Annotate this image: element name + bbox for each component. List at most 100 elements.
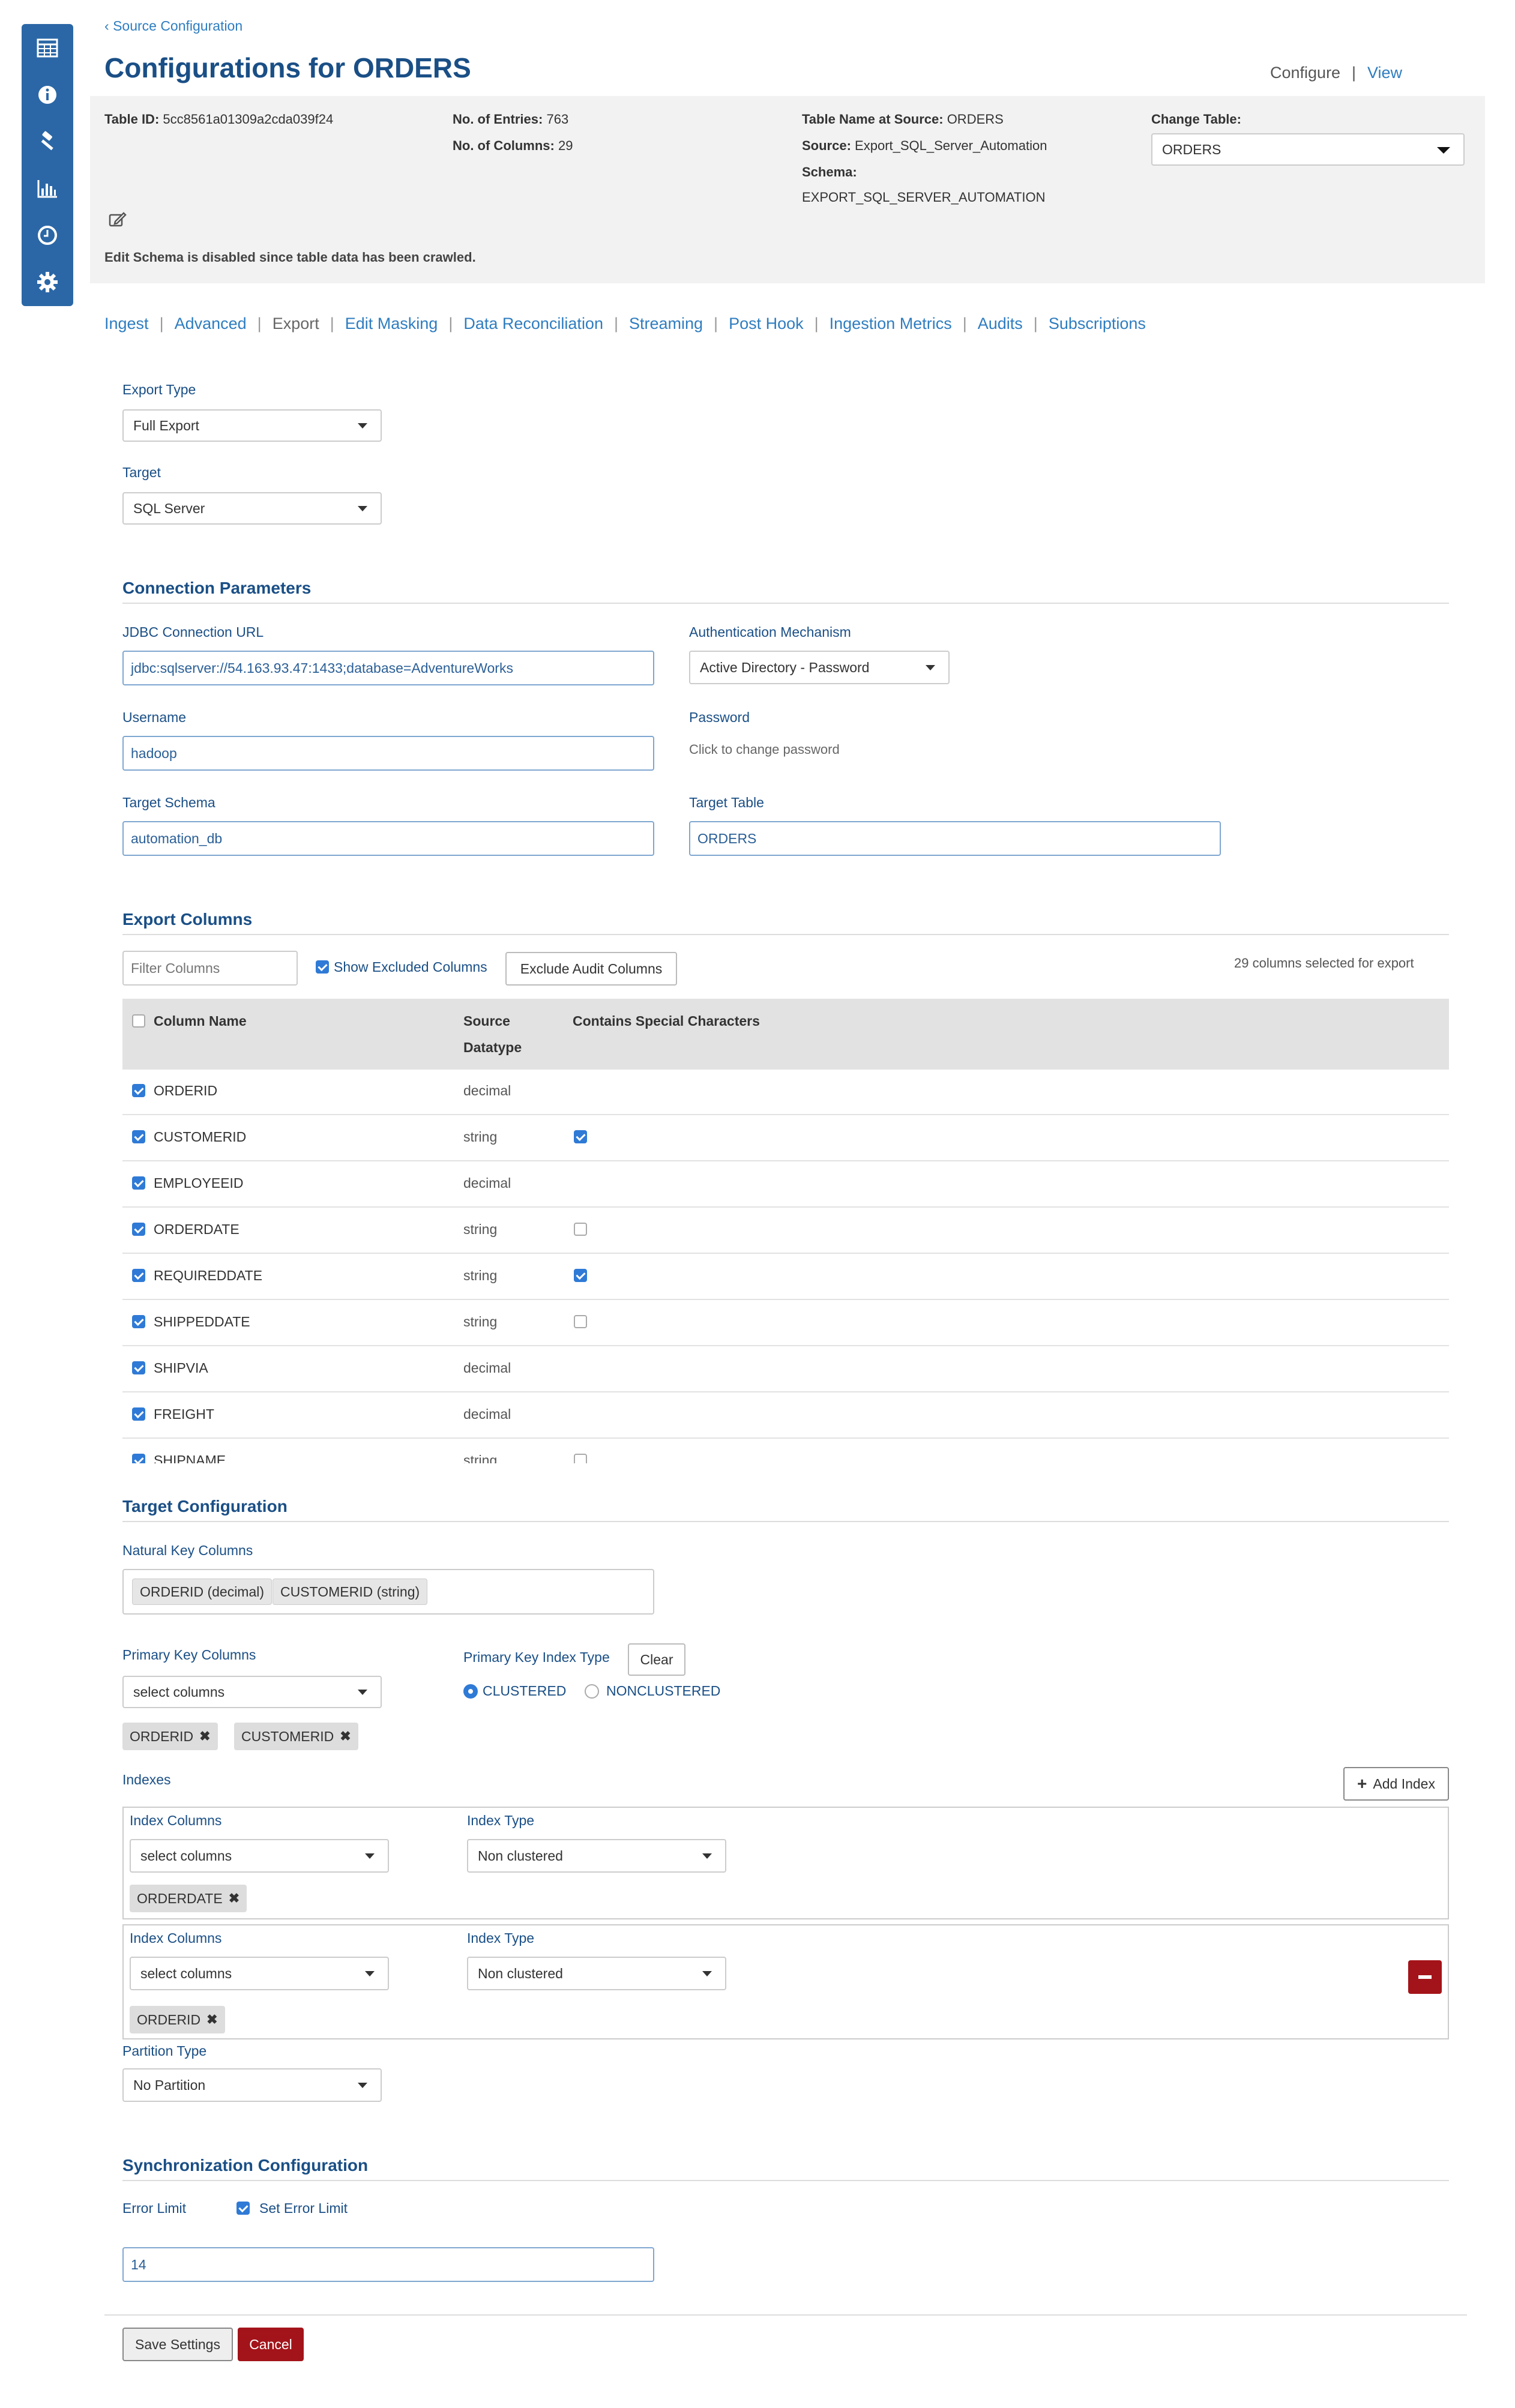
nonclustered-radio[interactable] [585, 1684, 599, 1699]
tab-ingestion-metrics[interactable]: Ingestion Metrics [830, 315, 952, 333]
nonclustered-label[interactable]: NONCLUSTERED [606, 1683, 720, 1699]
auth-mechanism-select[interactable]: Active Directory - Password [689, 651, 950, 684]
change-table-select[interactable]: ORDERS [1151, 133, 1465, 166]
column-datatype: decimal [463, 1175, 511, 1191]
column-datatype: string [463, 1129, 498, 1145]
export-columns-title: Export Columns [122, 910, 253, 929]
caret-down-icon [358, 506, 367, 511]
export-column-checkbox[interactable] [132, 1084, 145, 1097]
jdbc-url-input[interactable]: jdbc:sqlserver://54.163.93.47:1433;datab… [122, 651, 654, 685]
index-columns-select[interactable]: select columns [130, 1957, 389, 1990]
tab-subscriptions[interactable]: Subscriptions [1049, 315, 1146, 333]
column-name-header: Column Name [154, 1013, 247, 1029]
export-column-checkbox[interactable] [132, 1176, 145, 1190]
index-columns-label: Index Columns [130, 1813, 222, 1828]
pk-tag-orderid[interactable]: ORDERID ✖ [122, 1723, 218, 1750]
special-characters-checkbox[interactable] [574, 1130, 587, 1143]
special-characters-checkbox[interactable] [574, 1223, 587, 1236]
error-limit-label: Error Limit [122, 2200, 187, 2216]
export-column-checkbox[interactable] [132, 1407, 145, 1421]
special-characters-checkbox[interactable] [574, 1269, 587, 1282]
column-name: ORDERID [154, 1083, 218, 1098]
caret-down-icon [358, 423, 367, 429]
export-column-checkbox[interactable] [132, 1454, 145, 1463]
row-divider [122, 1391, 1449, 1392]
caret-down-icon [365, 1971, 375, 1976]
datatype-header: Datatype [463, 1040, 522, 1055]
export-column-checkbox[interactable] [132, 1361, 145, 1374]
set-error-limit-checkbox[interactable] [236, 2202, 250, 2215]
username-input[interactable]: hadoop [122, 736, 654, 771]
special-characters-checkbox[interactable] [574, 1454, 587, 1463]
export-type-select[interactable]: Full Export [122, 409, 382, 442]
exclude-audit-columns-button[interactable]: Exclude Audit Columns [505, 952, 677, 986]
column-datatype: string [463, 1268, 498, 1283]
tab-streaming[interactable]: Streaming [629, 315, 703, 333]
jdbc-url-label: JDBC Connection URL [122, 624, 264, 640]
error-limit-input[interactable]: 14 [122, 2247, 654, 2282]
tab-edit-masking[interactable]: Edit Masking [345, 315, 438, 333]
tab-advanced[interactable]: Advanced [175, 315, 247, 333]
export-column-checkbox[interactable] [132, 1130, 145, 1143]
index-columns-select[interactable]: select columns [130, 1839, 389, 1873]
remove-icon[interactable]: ✖ [340, 1729, 351, 1744]
filter-columns-input[interactable] [122, 951, 298, 986]
show-excluded-checkbox[interactable] [316, 960, 329, 974]
view-link[interactable]: View [1367, 64, 1402, 82]
column-name: FREIGHT [154, 1406, 214, 1422]
remove-icon[interactable]: ✖ [199, 1729, 210, 1744]
pk-tag-customerid[interactable]: CUSTOMERID ✖ [234, 1723, 358, 1750]
info-icon[interactable] [22, 78, 73, 112]
show-excluded-label[interactable]: Show Excluded Columns [334, 959, 487, 975]
set-error-limit-label[interactable]: Set Error Limit [259, 2200, 348, 2217]
tab-post-hook[interactable]: Post Hook [729, 315, 804, 333]
minus-icon [1418, 1975, 1432, 1979]
remove-icon[interactable]: ✖ [229, 1891, 239, 1906]
index-type-select[interactable]: Non clustered [467, 1957, 726, 1990]
gear-icon[interactable] [22, 265, 73, 299]
clustered-radio[interactable] [463, 1684, 478, 1699]
add-index-button[interactable]: + Add Index [1343, 1767, 1449, 1801]
schema-value: EXPORT_SQL_SERVER_AUTOMATION [802, 190, 1046, 205]
caret-down-icon [1437, 147, 1450, 154]
cancel-button[interactable]: Cancel [238, 2328, 304, 2361]
partition-type-select[interactable]: No Partition [122, 2068, 382, 2102]
divider [122, 934, 1449, 935]
remove-icon[interactable]: ✖ [206, 2012, 217, 2027]
select-all-checkbox[interactable] [132, 1014, 145, 1028]
tab-audits[interactable]: Audits [978, 315, 1023, 333]
page-title: Configurations for ORDERS [104, 52, 471, 83]
index-columns-label: Index Columns [130, 1930, 222, 1946]
index-tag-orderid[interactable]: ORDERID ✖ [130, 2006, 225, 2033]
configure-link[interactable]: Configure [1270, 64, 1340, 82]
caret-down-icon [926, 665, 935, 670]
primary-key-select[interactable]: select columns [122, 1676, 382, 1708]
hammer-icon[interactable] [22, 125, 73, 158]
export-column-checkbox[interactable] [132, 1223, 145, 1236]
export-column-checkbox[interactable] [132, 1315, 145, 1328]
clustered-label[interactable]: CLUSTERED [483, 1683, 566, 1699]
save-settings-button[interactable]: Save Settings [122, 2328, 233, 2361]
export-column-checkbox[interactable] [132, 1269, 145, 1282]
clock-icon[interactable] [22, 218, 73, 252]
tab-separator: | [1033, 315, 1038, 333]
breadcrumb-label[interactable]: Source Configuration [113, 18, 242, 34]
clear-button[interactable]: Clear [628, 1643, 685, 1676]
target-table-input[interactable]: ORDERS [689, 821, 1221, 856]
bar-chart-icon[interactable] [22, 172, 73, 205]
remove-index-button[interactable] [1408, 1960, 1442, 1994]
table-icon[interactable] [22, 31, 73, 65]
target-select[interactable]: SQL Server [122, 492, 382, 525]
index-type-select[interactable]: Non clustered [467, 1839, 726, 1873]
change-password-link[interactable]: Click to change password [689, 742, 840, 757]
row-divider [122, 1114, 1449, 1115]
breadcrumb[interactable]: ‹ Source Configuration [104, 18, 242, 34]
special-characters-checkbox[interactable] [574, 1315, 587, 1328]
tab-ingest[interactable]: Ingest [104, 315, 149, 333]
tab-data-reconciliation[interactable]: Data Reconciliation [463, 315, 603, 333]
tab-export[interactable]: Export [273, 315, 319, 333]
tab-separator: | [159, 315, 164, 333]
index-tag-orderdate[interactable]: ORDERDATE ✖ [130, 1885, 247, 1912]
divider [104, 2314, 1467, 2316]
target-schema-input[interactable]: automation_db [122, 821, 654, 856]
